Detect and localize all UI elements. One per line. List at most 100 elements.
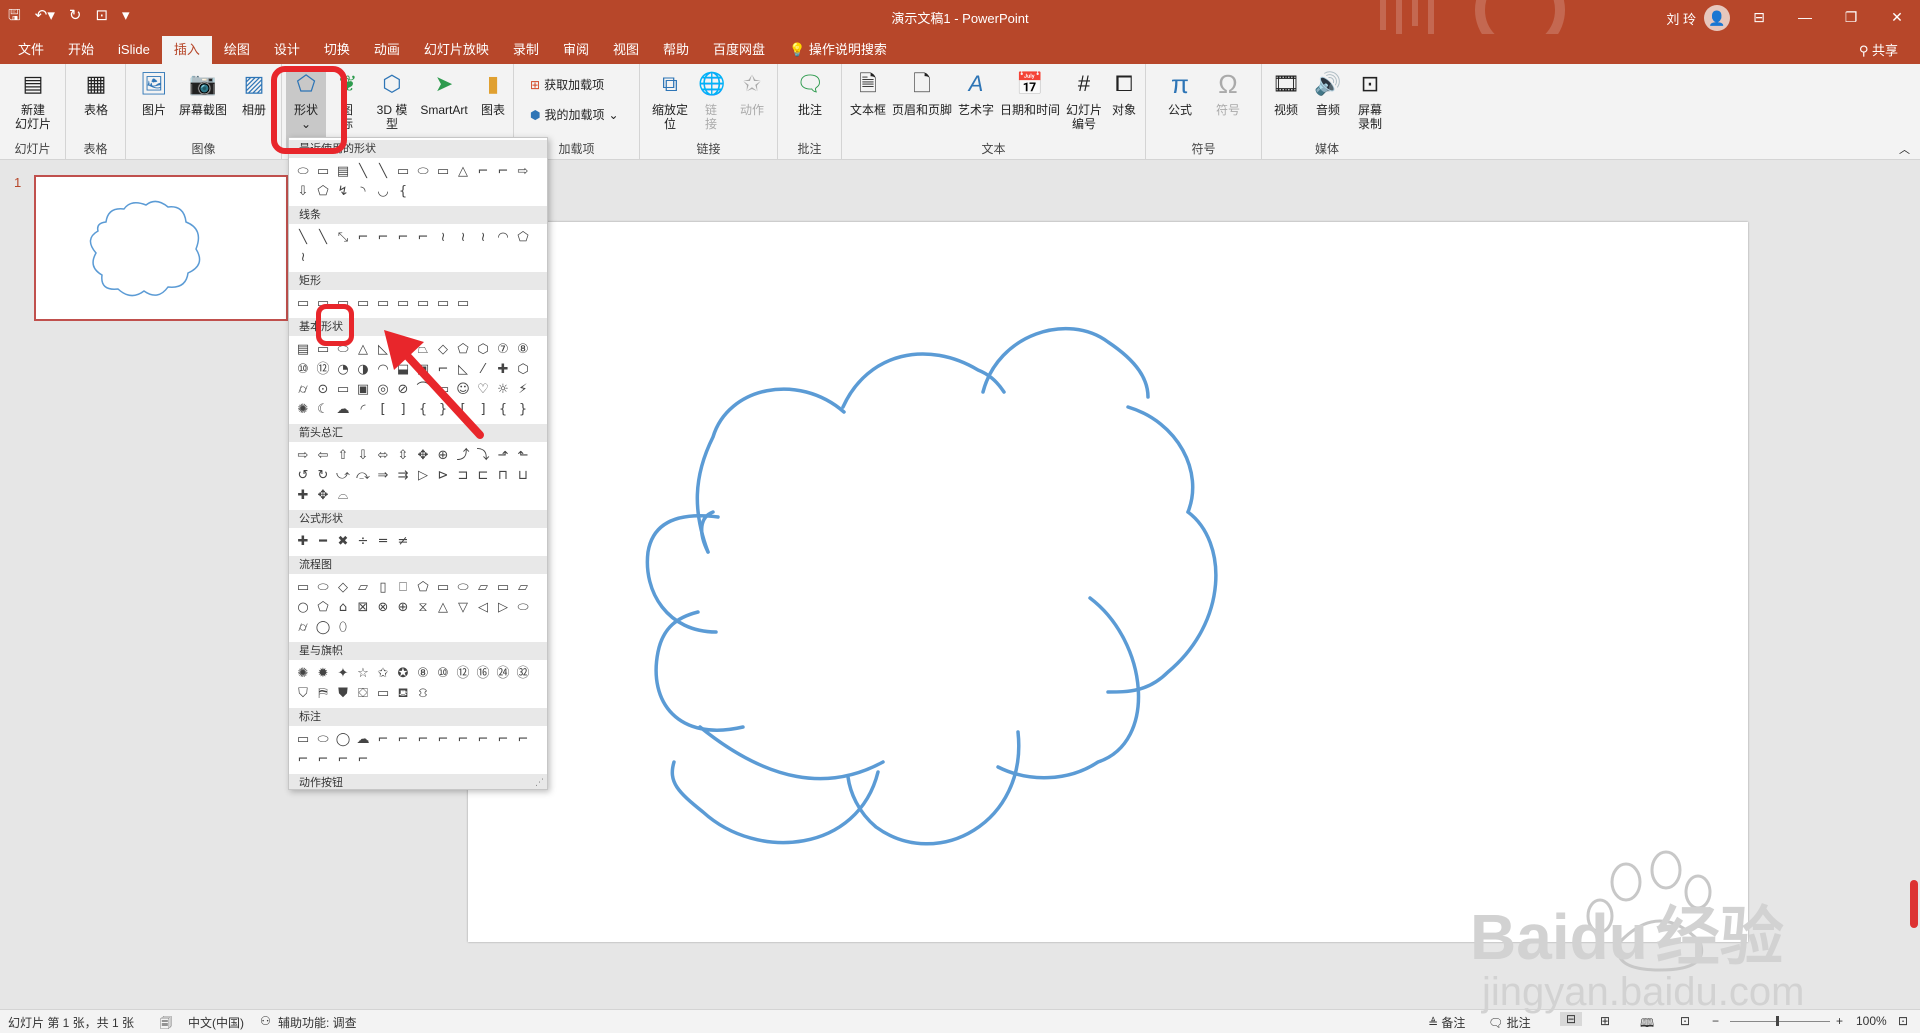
shape-item[interactable]: ✩ bbox=[373, 664, 393, 684]
shape-item[interactable]: ⊳ bbox=[433, 466, 453, 486]
shape-item[interactable]: ▭ bbox=[373, 684, 393, 704]
shape-item[interactable]: ☁ bbox=[353, 730, 373, 750]
album-button[interactable]: ▨ 相册 bbox=[234, 68, 274, 118]
shape-item[interactable]: ◁ bbox=[473, 598, 493, 618]
shape-item[interactable]: ⌐ bbox=[473, 730, 493, 750]
shape-item[interactable]: ≀ bbox=[473, 228, 493, 248]
fit-slide-icon[interactable]: ⊡ bbox=[1898, 1014, 1908, 1028]
shape-item[interactable]: ✥ bbox=[313, 486, 333, 506]
shape-item[interactable]: ═ bbox=[373, 532, 393, 552]
tab-0[interactable]: 文件 bbox=[6, 36, 56, 64]
shape-item[interactable]: ▽ bbox=[453, 598, 473, 618]
shape-item[interactable]: ⇨ bbox=[293, 446, 313, 466]
comment-button[interactable]: 🗨 批注 bbox=[790, 68, 830, 118]
my-addins-button[interactable]: ⬢ 我的加载项 ⌄ bbox=[530, 106, 619, 123]
shape-item[interactable]: ⑩ bbox=[293, 360, 313, 380]
shape-item[interactable]: ≀ bbox=[433, 228, 453, 248]
shape-item[interactable]: ⇦ bbox=[313, 446, 333, 466]
shape-item[interactable]: ▱ bbox=[473, 578, 493, 598]
shape-item[interactable]: ◯ bbox=[333, 730, 353, 750]
shape-item[interactable]: ≀ bbox=[453, 228, 473, 248]
collapse-ribbon-icon[interactable]: ︿ bbox=[1899, 141, 1910, 157]
shape-item[interactable]: ⑯ bbox=[473, 664, 493, 684]
shape-item[interactable]: ▷ bbox=[413, 466, 433, 486]
shape-item[interactable]: ⚡ bbox=[513, 380, 533, 400]
shape-item[interactable]: ⇒ bbox=[373, 466, 393, 486]
shape-item[interactable]: ▤ bbox=[293, 340, 313, 360]
shape-item[interactable]: ◡ bbox=[373, 182, 393, 202]
shape-item[interactable]: ⬭ bbox=[513, 598, 533, 618]
shape-item[interactable]: ▷ bbox=[493, 598, 513, 618]
shape-item[interactable]: ▭ bbox=[493, 578, 513, 598]
shape-item[interactable]: ◠ bbox=[493, 228, 513, 248]
tab-9[interactable]: 录制 bbox=[501, 36, 551, 64]
shape-item[interactable]: ▭ bbox=[353, 294, 373, 314]
shape-item[interactable]: } bbox=[513, 400, 533, 420]
shape-item[interactable]: ⌂ bbox=[333, 598, 353, 618]
shape-item[interactable]: ▭ bbox=[433, 578, 453, 598]
shape-item[interactable]: ⌐ bbox=[433, 730, 453, 750]
tab-7[interactable]: 动画 bbox=[362, 36, 412, 64]
tab-1[interactable]: 开始 bbox=[56, 36, 106, 64]
shape-item[interactable]: ▭ bbox=[313, 162, 333, 182]
shape-item[interactable]: ⑫ bbox=[453, 664, 473, 684]
shape-item[interactable]: ✦ bbox=[333, 664, 353, 684]
shape-item[interactable]: △ bbox=[433, 598, 453, 618]
shape-item[interactable]: ▭ bbox=[453, 294, 473, 314]
wordart-button[interactable]: A 艺术字 bbox=[956, 68, 996, 118]
shape-item[interactable]: ⊙ bbox=[313, 380, 333, 400]
video-button[interactable]: 🎞 视频 bbox=[1266, 68, 1306, 118]
shape-item[interactable]: ⊔ bbox=[513, 466, 533, 486]
shape-item[interactable]: ╲ bbox=[373, 162, 393, 182]
shape-item[interactable]: ㉜ bbox=[513, 664, 533, 684]
shape-item[interactable]: ⬠ bbox=[513, 228, 533, 248]
shape-item[interactable]: ⇧ bbox=[333, 446, 353, 466]
shape-item[interactable]: ◯ bbox=[313, 618, 333, 638]
shape-item[interactable]: ⊗ bbox=[373, 598, 393, 618]
tab-12[interactable]: 帮助 bbox=[651, 36, 701, 64]
shape-item[interactable]: ✚ bbox=[293, 486, 313, 506]
shape-item[interactable]: ⇩ bbox=[293, 182, 313, 202]
shape-item[interactable]: ▭ bbox=[293, 294, 313, 314]
shape-item[interactable]: ☁ bbox=[333, 400, 353, 420]
shape-item[interactable]: ⌐ bbox=[393, 228, 413, 248]
share-button[interactable]: ⚲ 共享 bbox=[1859, 40, 1898, 59]
user-account[interactable]: 刘 玲 👤 bbox=[1666, 5, 1730, 31]
shape-item[interactable]: ╲ bbox=[353, 162, 373, 182]
tell-me-search[interactable]: 💡 操作说明搜索 bbox=[777, 36, 899, 64]
shape-item[interactable]: ✹ bbox=[313, 664, 333, 684]
shape-item[interactable]: ÷ bbox=[353, 532, 373, 552]
shape-item[interactable]: ▣ bbox=[353, 380, 373, 400]
slide-thumbnail[interactable] bbox=[34, 175, 288, 321]
shape-item[interactable]: △ bbox=[353, 340, 373, 360]
pictures-button[interactable]: 🖼 图片 bbox=[136, 68, 172, 118]
shape-item[interactable]: ╲ bbox=[313, 228, 333, 248]
shape-item[interactable]: ⇩ bbox=[353, 446, 373, 466]
shape-item[interactable]: ✺ bbox=[293, 664, 313, 684]
shape-item[interactable]: ⬯ bbox=[333, 618, 353, 638]
restore-icon[interactable]: ❐ bbox=[1828, 0, 1874, 34]
shape-item[interactable]: ↻ bbox=[313, 466, 333, 486]
tab-4[interactable]: 绘图 bbox=[212, 36, 262, 64]
shape-item[interactable]: ⤡ bbox=[333, 228, 353, 248]
accessibility-status[interactable]: 辅助功能: 调查 bbox=[278, 1014, 357, 1031]
shape-item[interactable]: ▯ bbox=[373, 578, 393, 598]
shape-item[interactable]: ⌐ bbox=[373, 730, 393, 750]
shape-item[interactable]: ☾ bbox=[313, 400, 333, 420]
shape-item[interactable]: ◔ bbox=[333, 360, 353, 380]
shape-item[interactable]: ⌐ bbox=[453, 730, 473, 750]
datetime-button[interactable]: 📅 日期和时间 bbox=[998, 68, 1062, 118]
shape-item[interactable]: ⛾ bbox=[393, 684, 413, 704]
chart-button[interactable]: ▮ 图表 bbox=[476, 68, 510, 118]
shape-item[interactable]: { bbox=[493, 400, 513, 420]
shape-item[interactable]: ✪ bbox=[393, 664, 413, 684]
shape-item[interactable]: ▭ bbox=[413, 294, 433, 314]
avatar[interactable]: 👤 bbox=[1704, 5, 1730, 31]
shape-item[interactable]: ⌐ bbox=[493, 162, 513, 182]
shape-item[interactable]: ◇ bbox=[333, 578, 353, 598]
shape-item[interactable]: ⌐ bbox=[473, 162, 493, 182]
shape-item[interactable]: ✚ bbox=[293, 532, 313, 552]
shape-item[interactable]: △ bbox=[453, 162, 473, 182]
tab-8[interactable]: 幻灯片放映 bbox=[412, 36, 501, 64]
shape-item[interactable]: ▱ bbox=[353, 578, 373, 598]
